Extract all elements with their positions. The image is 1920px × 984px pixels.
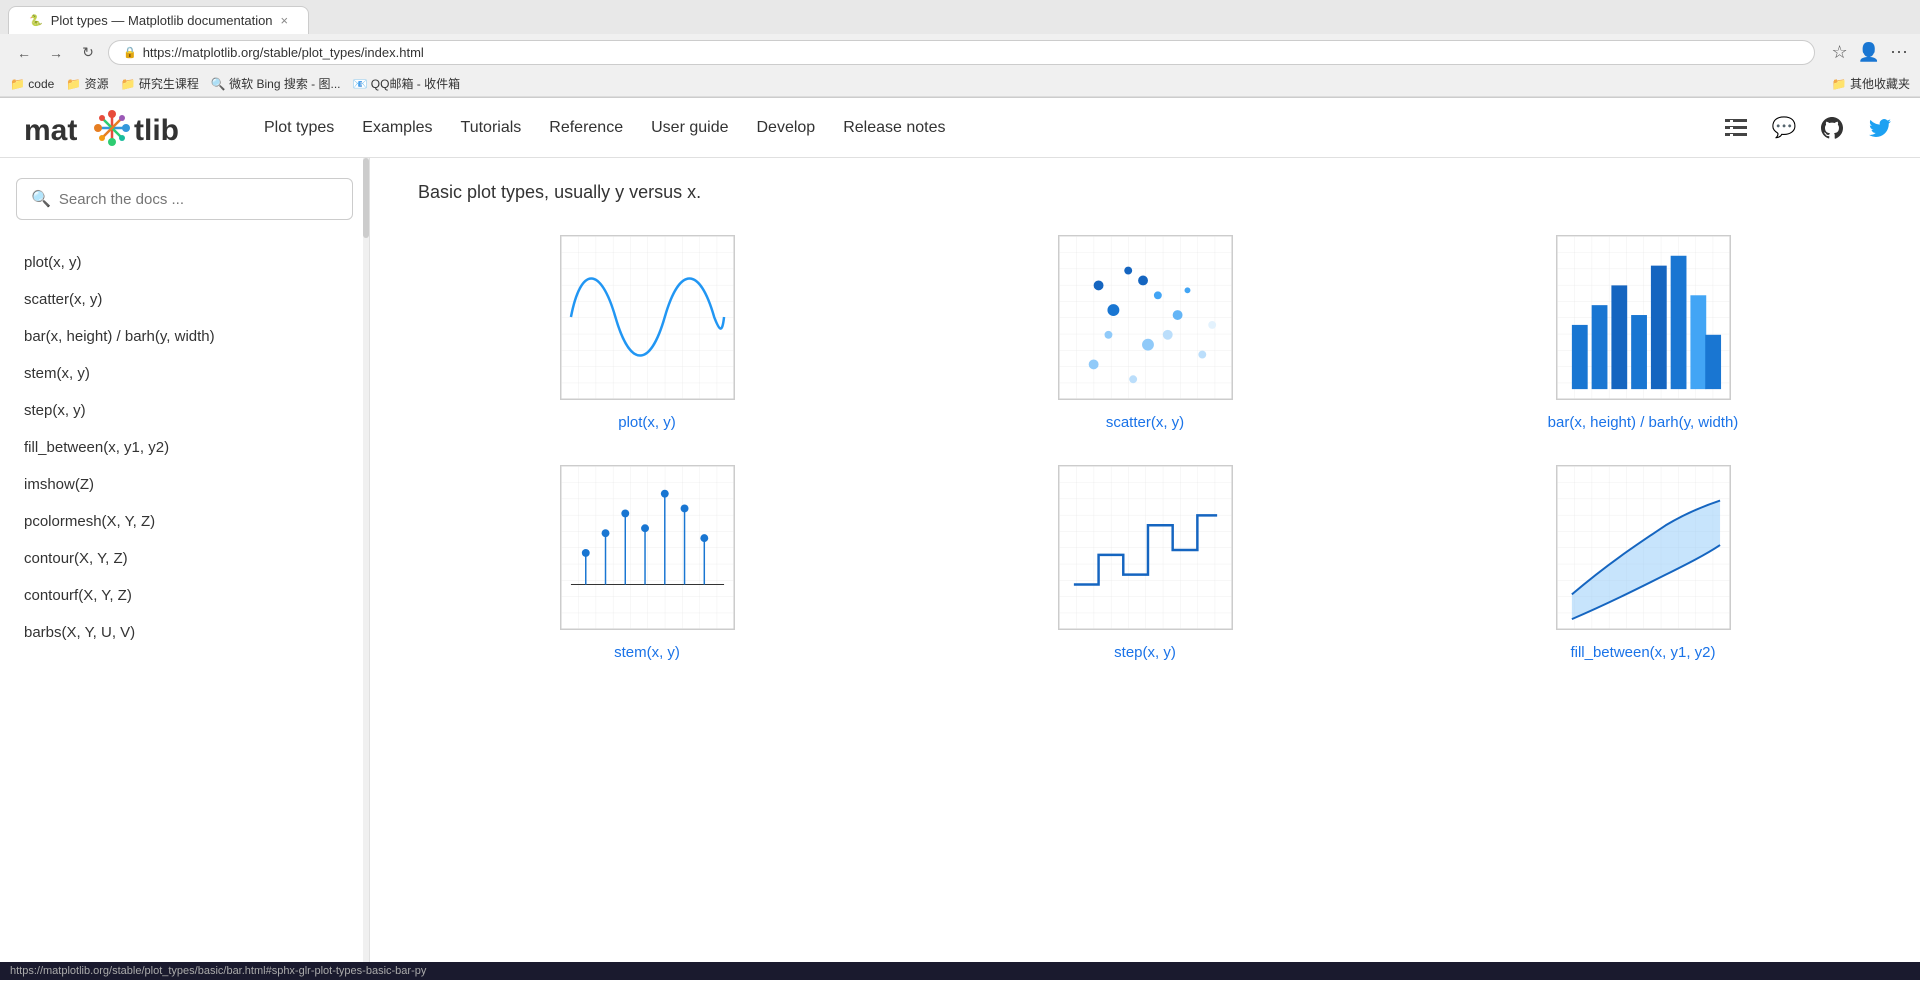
- nav-develop[interactable]: Develop: [756, 115, 815, 141]
- nav-twitter-icon[interactable]: [1864, 112, 1896, 144]
- status-url: https://matplotlib.org/stable/plot_types…: [10, 965, 426, 977]
- sidebar-item-contour[interactable]: contour(X, Y, Z): [16, 540, 353, 577]
- bookmark-other[interactable]: 📁 其他收藏夹: [1832, 75, 1910, 92]
- tab-bar: 🐍 Plot types — Matplotlib documentation …: [0, 0, 1920, 34]
- search-input[interactable]: [59, 191, 338, 208]
- plot-thumb-fill-between: [1556, 465, 1731, 630]
- svg-text:mat: mat: [24, 114, 77, 147]
- browser-more-icon[interactable]: ⋯: [1890, 42, 1908, 63]
- browser-profile-icon[interactable]: 👤: [1858, 42, 1880, 63]
- nav-bars-icon[interactable]: [1720, 112, 1752, 144]
- section-intro: Basic plot types, usually y versus x.: [418, 182, 1872, 203]
- lock-icon: 🔒: [123, 46, 137, 59]
- plot-thumb-bar: [1556, 235, 1731, 400]
- sidebar-item-imshow[interactable]: imshow(Z): [16, 466, 353, 503]
- logo[interactable]: mat: [24, 106, 224, 150]
- refresh-button[interactable]: ↻: [76, 41, 100, 65]
- back-button[interactable]: ←: [12, 41, 36, 65]
- sidebar-item-step[interactable]: step(x, y): [16, 392, 353, 429]
- plot-item-stem[interactable]: stem(x, y): [418, 465, 876, 663]
- plot-thumb-scatter: [1058, 235, 1233, 400]
- svg-text:tlib: tlib: [134, 114, 179, 147]
- sidebar-item-contourf[interactable]: contourf(X, Y, Z): [16, 577, 353, 614]
- nav-examples[interactable]: Examples: [362, 115, 432, 141]
- plot-grid: plot(x, y): [418, 235, 1872, 663]
- plot-item-fill-between[interactable]: fill_between(x, y1, y2): [1414, 465, 1872, 663]
- browser-menu-icon[interactable]: ☆: [1831, 42, 1847, 63]
- sidebar-item-barbs[interactable]: barbs(X, Y, U, V): [16, 614, 353, 651]
- plot-label-scatter: scatter(x, y): [1106, 412, 1184, 433]
- logo-svg: mat: [24, 106, 224, 150]
- nav-release-notes[interactable]: Release notes: [843, 115, 945, 141]
- sidebar-item-bar[interactable]: bar(x, height) / barh(y, width): [16, 318, 353, 355]
- search-box[interactable]: 🔍: [16, 178, 353, 220]
- sidebar-scrollbar[interactable]: [363, 158, 369, 962]
- sidebar-item-pcolormesh[interactable]: pcolormesh(X, Y, Z): [16, 503, 353, 540]
- main-content: 🔍 plot(x, y) scatter(x, y) bar(x, height…: [0, 158, 1920, 962]
- nav-github-icon[interactable]: [1816, 112, 1848, 144]
- content-area: Basic plot types, usually y versus x.: [370, 158, 1920, 962]
- status-bar: https://matplotlib.org/stable/plot_types…: [0, 962, 1920, 980]
- search-icon: 🔍: [31, 189, 51, 209]
- plot-item-step[interactable]: step(x, y): [916, 465, 1374, 663]
- nav-plot-types[interactable]: Plot types: [264, 115, 334, 141]
- url-bar[interactable]: 🔒 https://matplotlib.org/stable/plot_typ…: [108, 40, 1815, 65]
- url-text: https://matplotlib.org/stable/plot_types…: [143, 45, 424, 60]
- bookmark-qq[interactable]: 📧 QQ邮箱 - 收件箱: [353, 75, 461, 92]
- sidebar-item-stem[interactable]: stem(x, y): [16, 355, 353, 392]
- sidebar-item-scatter[interactable]: scatter(x, y): [16, 281, 353, 318]
- plot-item-bar[interactable]: bar(x, height) / barh(y, width): [1414, 235, 1872, 433]
- plot-label-line: plot(x, y): [618, 412, 676, 433]
- bookmark-resources[interactable]: 📁 资源: [66, 75, 108, 92]
- nav-user-guide[interactable]: User guide: [651, 115, 728, 141]
- plot-thumb-step: [1058, 465, 1233, 630]
- nav-chat-icon[interactable]: 💬: [1768, 112, 1800, 144]
- forward-button[interactable]: →: [44, 41, 68, 65]
- top-nav: mat: [0, 98, 1920, 158]
- browser-chrome: 🐍 Plot types — Matplotlib documentation …: [0, 0, 1920, 98]
- plot-label-step: step(x, y): [1114, 642, 1176, 663]
- sidebar-item-fill-between[interactable]: fill_between(x, y1, y2): [16, 429, 353, 466]
- tab-close-icon[interactable]: ×: [281, 13, 289, 28]
- nav-reference[interactable]: Reference: [549, 115, 623, 141]
- tab-title: Plot types — Matplotlib documentation: [51, 13, 273, 28]
- sidebar-item-plot[interactable]: plot(x, y): [16, 244, 353, 281]
- bookmarks-bar: 📁 code 📁 资源 📁 研究生课程 🔍 微软 Bing 搜索 - 图... …: [0, 71, 1920, 97]
- bookmark-courses[interactable]: 📁 研究生课程: [121, 75, 199, 92]
- browser-controls: ← → ↻ 🔒 https://matplotlib.org/stable/pl…: [0, 34, 1920, 71]
- plot-label-fill-between: fill_between(x, y1, y2): [1570, 642, 1715, 663]
- sidebar-nav-items: plot(x, y) scatter(x, y) bar(x, height) …: [16, 244, 353, 651]
- nav-icons: 💬: [1720, 112, 1896, 144]
- bookmark-code[interactable]: 📁 code: [10, 77, 54, 91]
- plot-label-bar: bar(x, height) / barh(y, width): [1548, 412, 1739, 433]
- plot-thumb-line: [560, 235, 735, 400]
- bookmark-bing[interactable]: 🔍 微软 Bing 搜索 - 图...: [211, 75, 341, 92]
- plot-item-scatter[interactable]: scatter(x, y): [916, 235, 1374, 433]
- plot-thumb-stem: [560, 465, 735, 630]
- nav-tutorials[interactable]: Tutorials: [461, 115, 522, 141]
- plot-label-stem: stem(x, y): [614, 642, 680, 663]
- active-tab[interactable]: 🐍 Plot types — Matplotlib documentation …: [8, 6, 309, 34]
- sidebar: 🔍 plot(x, y) scatter(x, y) bar(x, height…: [0, 158, 370, 962]
- nav-links: Plot types Examples Tutorials Reference …: [264, 115, 1720, 141]
- page-wrapper: mat: [0, 98, 1920, 962]
- plot-item-line[interactable]: plot(x, y): [418, 235, 876, 433]
